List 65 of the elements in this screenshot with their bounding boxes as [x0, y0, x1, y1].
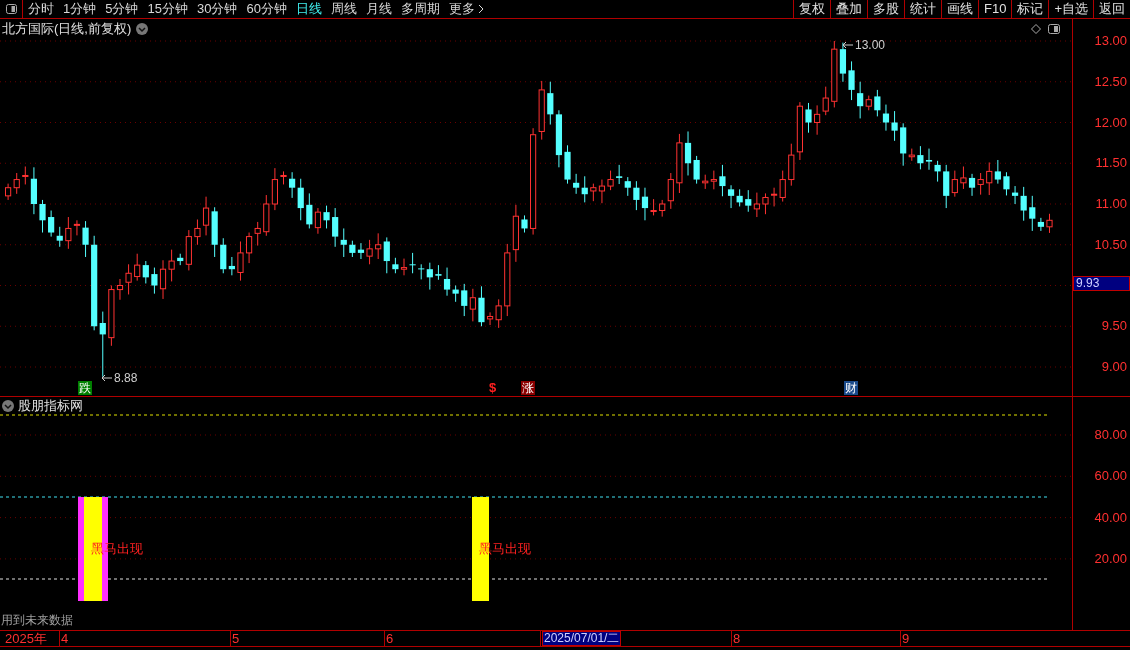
price-tick-label: 12.00 [1094, 115, 1127, 130]
price-tick-label: 9.50 [1101, 319, 1127, 334]
toolbar-button[interactable]: 返回 [1093, 0, 1130, 18]
low-price-label: 8.88 [114, 371, 138, 385]
period-tab[interactable]: 60分钟 [246, 0, 287, 18]
price-tick-label: 10.50 [1094, 237, 1127, 252]
candlestick [1046, 213, 1053, 234]
period-tab[interactable]: 1分钟 [63, 0, 97, 18]
price-tick-label: 13.00 [1094, 34, 1127, 48]
indicator-tick-label: 60.00 [1094, 469, 1127, 484]
candlestick [237, 241, 244, 282]
signal-badge: 财 [844, 381, 858, 395]
diamond-icon[interactable] [1031, 24, 1041, 34]
dropdown-icon[interactable] [136, 23, 149, 35]
panel-toggle-icon[interactable] [5, 4, 17, 14]
chevron-right-icon [477, 4, 484, 14]
current-price-label: 9.93 [1073, 276, 1130, 291]
month-label: 5 [232, 631, 240, 646]
year-label: 2025年 [5, 631, 47, 646]
month-label: 8 [733, 631, 741, 646]
panel-toggle-icon[interactable] [1048, 24, 1060, 34]
period-tab[interactable]: 月线 [365, 0, 392, 18]
toolbar-button[interactable]: +自选 [1048, 0, 1093, 18]
toolbar-button[interactable]: 叠加 [830, 0, 867, 18]
toolbar-button[interactable]: 复权 [793, 0, 830, 18]
indicator-tick-label: 20.00 [1094, 551, 1127, 566]
price-tick-label: 11.00 [1095, 197, 1127, 211]
toolbar-button[interactable]: 统计 [904, 0, 941, 18]
price-tick-label: 12.50 [1094, 74, 1127, 89]
candlestick [564, 144, 571, 185]
indicator-title: 股朋指标网 [18, 398, 83, 414]
period-tab[interactable]: 分时 [28, 0, 54, 18]
high-price-label: 13.00 [855, 38, 886, 52]
toolbar-button[interactable]: 标记 [1011, 0, 1049, 18]
arrow-icon [842, 41, 854, 49]
cursor-date-label: 2025/07/01/二 [542, 631, 622, 646]
toolbar-button[interactable]: F10 [978, 0, 1012, 18]
signal-badge: 跌 [78, 381, 92, 395]
indicator-tick-label: 80.00 [1094, 428, 1127, 442]
signal-symbol: $ [489, 381, 497, 395]
price-tick-label: 9.00 [1101, 360, 1127, 374]
dropdown-icon[interactable] [2, 400, 14, 412]
candlestick [521, 214, 528, 233]
price-tick-label: 11.50 [1095, 156, 1127, 171]
candlestick [805, 102, 812, 134]
indicator-tick-label: 40.00 [1094, 510, 1127, 525]
period-tab[interactable]: 多周期 [400, 0, 440, 18]
toolbar-button[interactable]: 画线 [941, 0, 978, 18]
period-tab[interactable]: 更多 [448, 0, 484, 18]
arrow-icon [101, 374, 113, 382]
period-tab[interactable]: 5分钟 [105, 0, 139, 18]
candlestick [280, 170, 287, 185]
month-label: 4 [61, 631, 69, 646]
chart-title: 北方国际(日线,前复权) [2, 21, 132, 37]
period-tab[interactable]: 15分钟 [147, 0, 188, 18]
period-tab[interactable]: 日线 [295, 0, 322, 18]
month-label: 6 [386, 631, 394, 646]
month-label: 9 [902, 631, 910, 646]
indicator-note: 用到未来数据 [1, 613, 73, 628]
candlestick [39, 199, 46, 233]
toolbar-button[interactable]: 多股 [867, 0, 904, 18]
candlestick [762, 192, 769, 215]
period-tab[interactable]: 周线 [330, 0, 357, 18]
period-tab[interactable]: 30分钟 [196, 0, 238, 18]
signal-badge: 涨 [521, 381, 535, 395]
